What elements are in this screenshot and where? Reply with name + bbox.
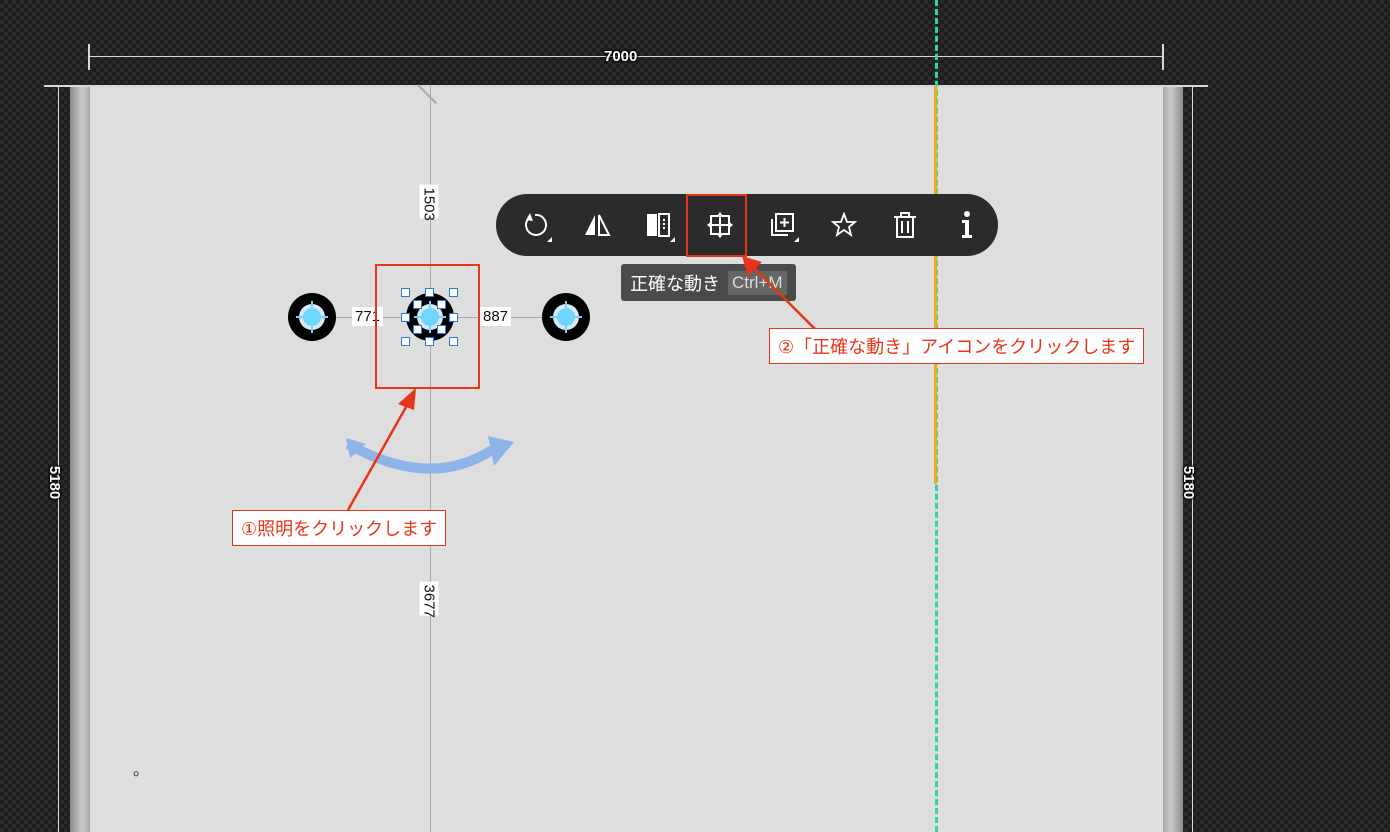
rotate-button[interactable] <box>504 194 566 256</box>
light-left-icon <box>296 301 328 333</box>
top-dimension-tick-left <box>88 44 90 70</box>
wall-top-edge <box>44 85 1208 87</box>
duplicate-button[interactable] <box>751 194 813 256</box>
left-dimension-line <box>58 86 59 832</box>
callout-step2: ②「正確な動き」アイコンをクリックします <box>769 328 1145 364</box>
delete-button[interactable] <box>875 194 937 256</box>
right-wall <box>1163 86 1183 832</box>
highlight-box-light <box>375 264 480 389</box>
object-toolbar <box>496 194 998 256</box>
light-left[interactable] <box>288 293 336 341</box>
tooltip-label: 正確な動き <box>630 273 720 294</box>
mirror-icon <box>584 214 611 236</box>
right-dimension-line <box>1192 86 1193 832</box>
align-button[interactable] <box>628 194 690 256</box>
distance-down-label: 3677 <box>419 581 439 618</box>
top-dimension-label: 7000 <box>604 48 638 65</box>
info-icon <box>962 211 973 238</box>
top-dimension-tick-right <box>1162 44 1164 70</box>
callout-step1: ①照明をクリックします <box>232 510 447 546</box>
light-right[interactable] <box>542 293 590 341</box>
duplicate-icon <box>770 213 794 236</box>
distance-right-label: 887 <box>480 307 512 326</box>
star-icon <box>830 212 857 238</box>
align-icon <box>647 213 671 237</box>
light-right-icon <box>550 301 582 333</box>
right-dimension-label: 5180 <box>1180 465 1198 500</box>
highlight-box-precise-move <box>686 194 747 257</box>
left-wall <box>70 86 90 832</box>
small-mark: 。 <box>133 762 150 779</box>
rotate-icon <box>524 213 547 236</box>
mirror-button[interactable] <box>566 194 628 256</box>
left-dimension-label: 5180 <box>46 465 64 500</box>
favorite-button[interactable] <box>813 194 875 256</box>
callout-arrow-2 <box>742 256 817 331</box>
orange-wall-line <box>934 86 937 484</box>
callout-arrow-1 <box>346 388 416 511</box>
info-button[interactable] <box>936 194 998 256</box>
distance-up-label: 1503 <box>419 184 439 221</box>
trash-icon <box>894 212 917 238</box>
